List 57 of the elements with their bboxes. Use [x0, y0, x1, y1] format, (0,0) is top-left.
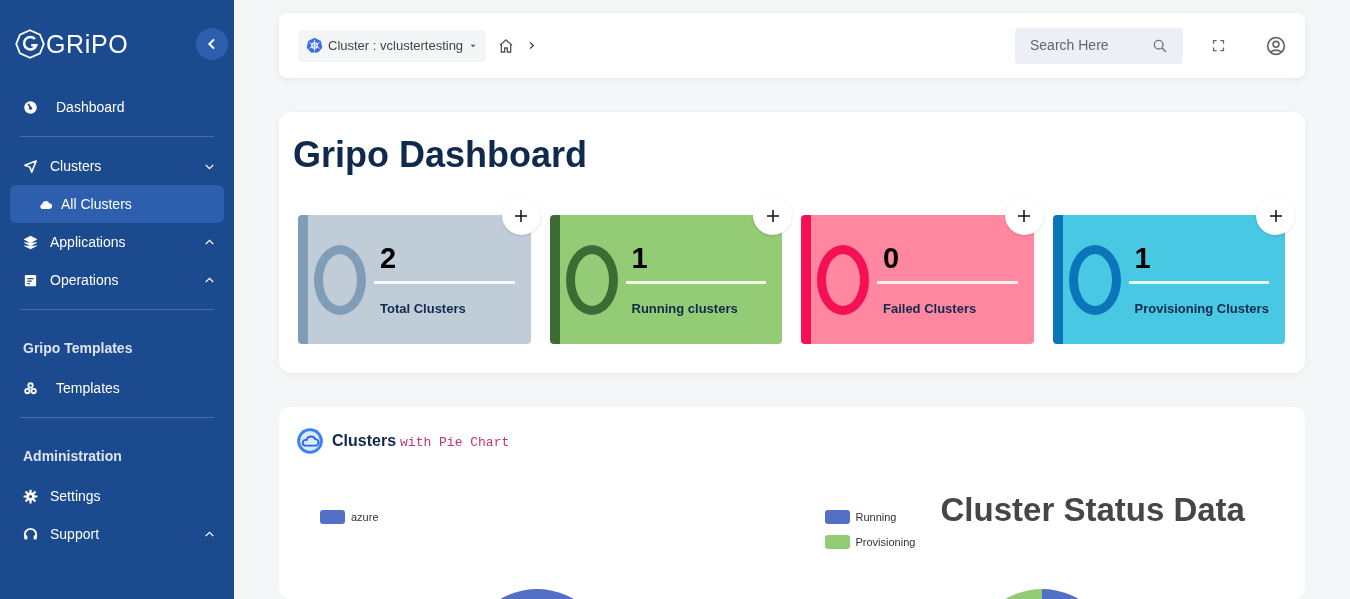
- stat-label: Failed Clusters: [882, 300, 978, 319]
- home-icon: [498, 37, 515, 54]
- search-input[interactable]: Search Here: [1030, 35, 1152, 56]
- stat-label: Total Clusters: [379, 300, 467, 319]
- nav-item[interactable]: Support: [10, 515, 224, 553]
- section-heading: Administration: [22, 447, 123, 466]
- stat-value: 2: [379, 244, 398, 274]
- page-title: Gripo Dashboard: [293, 133, 589, 177]
- nav-item[interactable]: Dashboard: [10, 88, 224, 126]
- nav-item[interactable]: All Clusters: [10, 185, 224, 223]
- panel-title: Clusters: [332, 431, 397, 451]
- headset-icon: [23, 526, 38, 542]
- gauge-icon: [23, 99, 38, 115]
- search-icon: [1152, 37, 1168, 54]
- logo-icon: [15, 29, 45, 59]
- user-icon: [1266, 35, 1286, 56]
- add-button[interactable]: [501, 196, 541, 235]
- nav-item[interactable]: Applications: [10, 223, 224, 261]
- stat-label: Running clusters: [630, 300, 739, 319]
- cluster-dropdown[interactable]: Cluster : vclustertesting: [298, 29, 487, 62]
- legend-label: Provisioning: [855, 534, 916, 550]
- nav-item[interactable]: Templates: [10, 369, 224, 407]
- paper-plane-icon: [23, 158, 38, 174]
- fullscreen-button[interactable]: [1211, 38, 1226, 53]
- ring-icon: [565, 244, 618, 315]
- collapse-button[interactable]: [196, 28, 228, 60]
- cubes-icon: [23, 380, 38, 396]
- document-icon: [23, 272, 38, 288]
- legend-label: azure: [351, 510, 379, 525]
- logo-text: GRiPO: [46, 31, 129, 57]
- add-button[interactable]: [1256, 196, 1295, 235]
- nav-item[interactable]: Clusters: [10, 147, 224, 185]
- legend-label: Running: [855, 510, 897, 525]
- account-button[interactable]: [1266, 35, 1286, 56]
- fullscreen-icon: [1211, 38, 1226, 53]
- home-button[interactable]: [498, 37, 515, 54]
- search-field[interactable]: Search Here: [1015, 27, 1183, 64]
- legend-swatch: [320, 510, 345, 525]
- panel-subtitle: with Pie Chart: [400, 434, 510, 452]
- stat-value: 1: [1133, 244, 1152, 274]
- ring-icon: [817, 244, 869, 315]
- legend-swatch: [824, 534, 850, 549]
- nav-item[interactable]: Settings: [10, 477, 224, 515]
- stat-value: 0: [882, 244, 901, 274]
- layers-icon: [23, 234, 38, 250]
- nav-item[interactable]: Operations: [10, 261, 224, 299]
- stat-value: 1: [630, 244, 649, 274]
- stat-label: Provisioning Clusters: [1133, 300, 1269, 319]
- cloud-icon: [296, 427, 324, 455]
- section-heading: Gripo Templates: [22, 339, 134, 358]
- legend-swatch: [824, 510, 850, 525]
- settings-icon: [23, 488, 38, 504]
- add-button[interactable]: [753, 196, 792, 235]
- add-button[interactable]: [1004, 196, 1044, 235]
- helm-wheel-icon: [306, 37, 323, 54]
- ring-icon: [1068, 244, 1121, 315]
- ring-icon: [314, 244, 366, 315]
